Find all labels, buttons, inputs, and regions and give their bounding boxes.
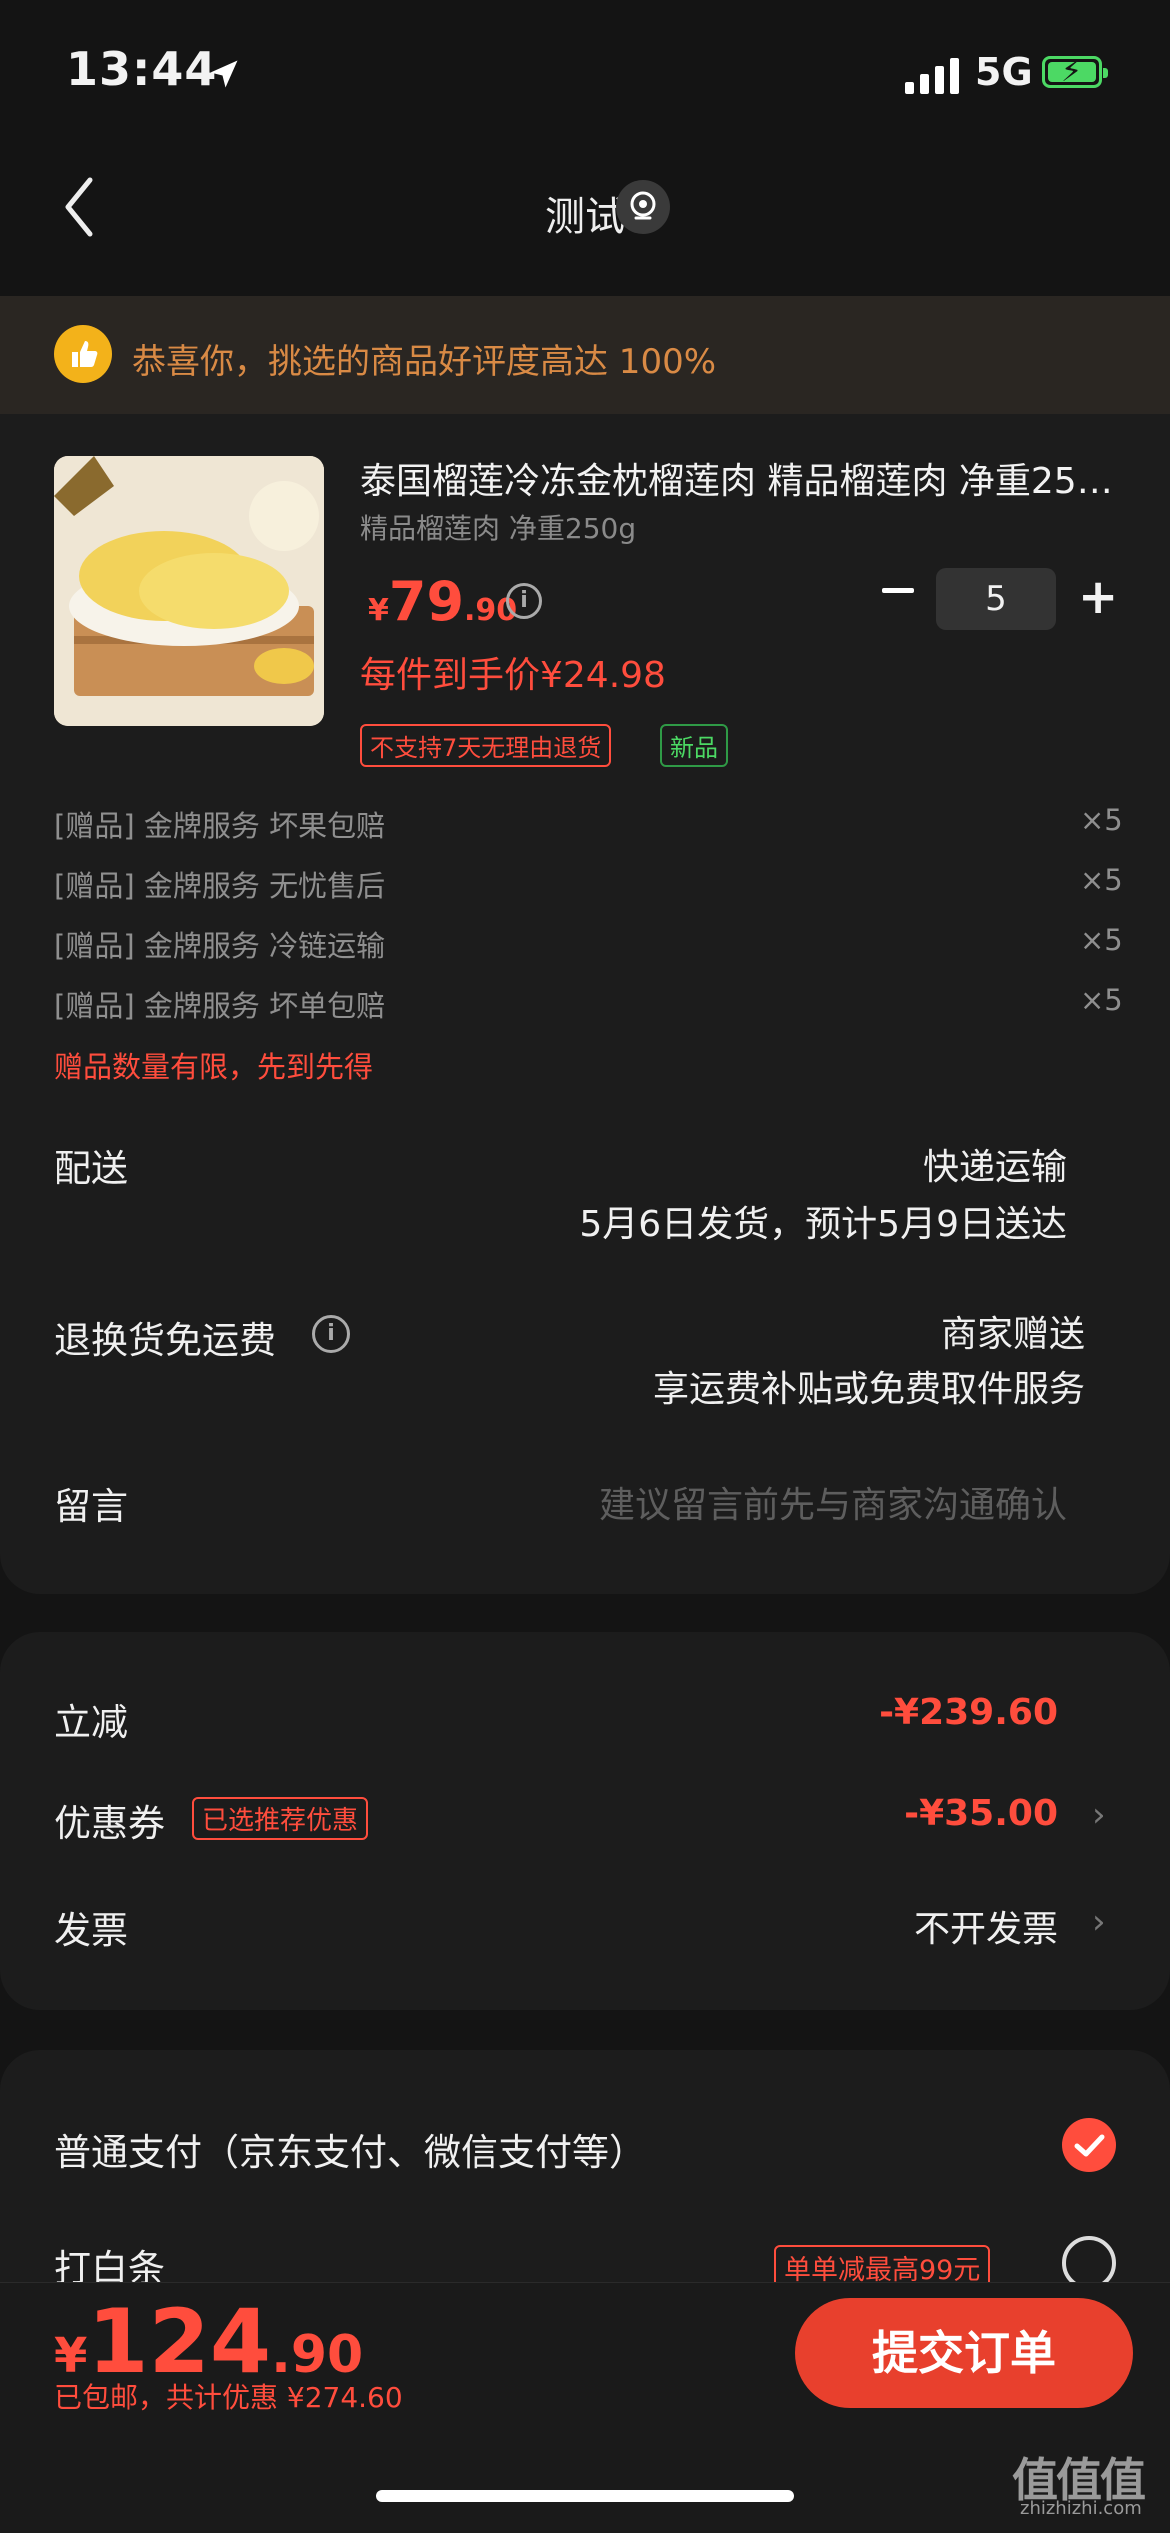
coupon-value[interactable]: -¥35.00 (904, 1793, 1058, 1834)
gift-item-count: ×5 (1080, 983, 1123, 1017)
battery-icon: ⚡ (1042, 56, 1108, 88)
coupon-chevron-icon[interactable]: › (1092, 1795, 1106, 1835)
location-pin-icon[interactable] (616, 180, 670, 234)
submit-order-button[interactable]: 提交订单 (795, 2298, 1133, 2408)
invoice-label: 发票 (54, 1909, 128, 1952)
no-return-tag: 不支持7天无理由退货 (360, 724, 612, 767)
gift-item-label: [赠品] 金牌服务 坏果包赔 (54, 809, 386, 843)
coupon-tag: 已选推荐优惠 (192, 1797, 369, 1840)
network-label: 5G (975, 50, 1033, 94)
quantity-input[interactable]: 5 (936, 568, 1056, 630)
message-input[interactable]: 建议留言前先与商家沟通确认 (599, 1476, 1067, 1528)
gift-item-label: [赠品] 金牌服务 坏单包赔 (54, 989, 386, 1023)
page-title: 测试 (545, 194, 625, 240)
gift-item-label: [赠品] 金牌服务 冷链运输 (54, 929, 386, 963)
delivery-schedule: 5月6日发货，预计5月9日送达 (579, 1204, 1067, 1245)
product-image[interactable] (54, 456, 324, 726)
thumbs-up-icon (54, 325, 112, 383)
instant-discount-label: 立减 (54, 1701, 128, 1744)
coupon-label: 优惠券 (54, 1802, 165, 1845)
price-info-icon[interactable]: i (506, 583, 542, 619)
total-subtext: 已包邮，共计优惠 ¥274.60 (54, 2381, 403, 2414)
signal-icon (905, 58, 960, 94)
instant-discount-value: -¥239.60 (879, 1692, 1058, 1733)
delivery-label: 配送 (54, 1147, 128, 1190)
product-spec: 精品榴莲肉 净重250g (360, 512, 637, 545)
status-time: 13:44 (66, 42, 218, 96)
product-price: ¥79.90 (368, 570, 518, 633)
invoice-chevron-icon[interactable]: › (1092, 1902, 1106, 1942)
home-indicator[interactable] (376, 2490, 794, 2502)
product-title[interactable]: 泰国榴莲冷冻金枕榴莲肉 精品榴莲肉 净重250g (360, 452, 1120, 504)
gift-item-count: ×5 (1080, 923, 1123, 957)
new-product-tag: 新品 (660, 724, 728, 767)
per-item-price: 每件到手价¥24.98 (360, 655, 666, 696)
return-shipping-value: 商家赠送 (940, 1314, 1085, 1355)
watermark-url: zhizhizhi.com (1020, 2498, 1142, 2519)
return-info-icon[interactable]: i (312, 1315, 350, 1353)
gift-item-label: [赠品] 金牌服务 无忧售后 (54, 869, 386, 903)
location-arrow-icon (210, 60, 238, 88)
invoice-value[interactable]: 不开发票 (914, 1900, 1058, 1952)
gift-item-count: ×5 (1080, 863, 1123, 897)
message-label: 留言 (54, 1485, 128, 1528)
return-shipping-desc: 享运费补贴或免费取件服务 (652, 1369, 1085, 1410)
banner-text: 恭喜你，挑选的商品好评度高达 100% (132, 342, 717, 382)
return-shipping-label: 退换货免运费 (54, 1319, 276, 1362)
delivery-method[interactable]: 快递运输 (923, 1138, 1067, 1190)
gift-note: 赠品数量有限，先到先得 (54, 1050, 374, 1084)
payment-normal-label[interactable]: 普通支付（京东支付、微信支付等） (54, 2122, 646, 2176)
quantity-increase-button[interactable]: + (1078, 572, 1118, 622)
checkmark-selected-icon[interactable] (1062, 2118, 1116, 2172)
quantity-decrease-button[interactable] (880, 570, 916, 610)
gift-item-count: ×5 (1080, 803, 1123, 837)
